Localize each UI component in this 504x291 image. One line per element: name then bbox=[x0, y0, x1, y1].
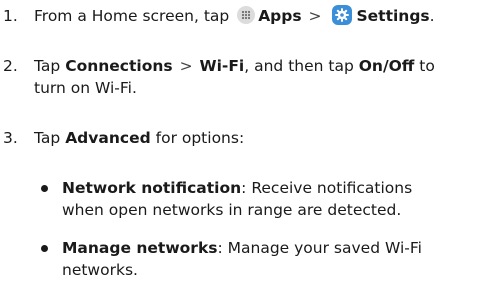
instructions-document: 1. From a Home screen, tap Apps > Settin… bbox=[0, 0, 504, 291]
bullet-term: Manage networks bbox=[62, 239, 218, 257]
step-prefix: Tap bbox=[34, 129, 61, 147]
apps-label: Apps bbox=[258, 7, 302, 25]
step-suffix: . bbox=[429, 7, 435, 25]
step-suffix-line2: turn on Wi-Fi. bbox=[34, 79, 137, 97]
step-middle: , and then tap bbox=[244, 57, 354, 75]
bullet-text: Network notification: Receive notificati… bbox=[62, 177, 492, 221]
step-prefix: Tap bbox=[34, 57, 61, 75]
bullet-text: Manage networks: Manage your saved Wi-Fi… bbox=[62, 237, 492, 281]
path-separator: > bbox=[308, 7, 322, 25]
bullet-desc-line1: : Receive notifications bbox=[241, 179, 413, 197]
advanced-label: Advanced bbox=[65, 129, 151, 147]
step-text: From a Home screen, tap Apps > Settings. bbox=[34, 5, 500, 27]
step-suffix: for options: bbox=[155, 129, 245, 147]
step-text: Tap Connections > Wi-Fi, and then tap On… bbox=[34, 55, 500, 99]
settings-label: Settings bbox=[356, 7, 430, 25]
apps-grid-icon bbox=[237, 6, 256, 24]
step-number: 2. bbox=[3, 57, 18, 75]
onoff-label: On/Off bbox=[358, 57, 415, 75]
bullet-term: Network notification bbox=[62, 179, 242, 197]
bullet-desc-line2: networks. bbox=[62, 261, 138, 279]
bullet-desc-line2: when open networks in range are detected… bbox=[62, 201, 402, 219]
bullet-desc-line1: : Manage your saved Wi-Fi bbox=[217, 239, 422, 257]
settings-gear-icon bbox=[332, 5, 353, 25]
bullet-dot bbox=[41, 185, 48, 192]
bullet-dot bbox=[41, 245, 48, 252]
wifi-label: Wi-Fi bbox=[199, 57, 245, 75]
step-suffix-line1: to bbox=[419, 57, 435, 75]
path-separator: > bbox=[179, 57, 193, 75]
step-prefix: From a Home screen, tap bbox=[34, 7, 230, 25]
step-number: 1. bbox=[3, 7, 18, 25]
connections-label: Connections bbox=[65, 57, 173, 75]
step-text: Tap Advanced for options: bbox=[34, 127, 500, 149]
step-number: 3. bbox=[3, 129, 18, 147]
